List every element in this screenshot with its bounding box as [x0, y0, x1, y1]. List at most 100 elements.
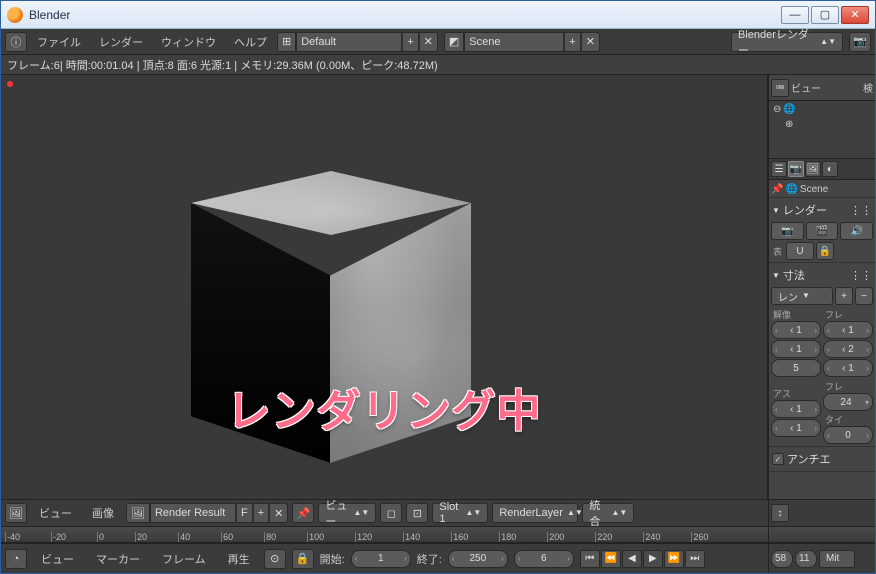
- render-audio-button[interactable]: 🔊: [840, 222, 873, 240]
- tab-render-icon[interactable]: 📷: [788, 161, 804, 177]
- preset-dropdown[interactable]: レン▼: [771, 287, 833, 305]
- renderpass-dropdown[interactable]: 統合▲▼: [582, 503, 634, 523]
- frame-step-field[interactable]: ‹‹ 1›: [823, 359, 873, 377]
- info-editor-icon[interactable]: ⓘ: [5, 32, 27, 52]
- render-engine-dropdown[interactable]: Blenderレンダー ▲▼: [731, 32, 843, 52]
- dimensions-header[interactable]: ▼寸法⋮⋮: [771, 265, 873, 285]
- minimize-button[interactable]: —: [781, 6, 809, 24]
- right-column: ≔ ビュー 検 ⊖ 🌐 ⊕ ☰ 📷 🖼 ◐: [768, 75, 875, 499]
- render-animation-button[interactable]: 🎬: [806, 222, 839, 240]
- layout-field[interactable]: Default: [296, 32, 402, 52]
- tab-layers-icon[interactable]: 🖼: [805, 161, 821, 177]
- render-image-button[interactable]: 📷: [771, 222, 804, 240]
- outliner-expand-row[interactable]: ⊕: [771, 118, 873, 131]
- scene-name[interactable]: Scene: [800, 184, 828, 195]
- jump-end-icon[interactable]: ⏭: [685, 550, 705, 568]
- frame-end-field[interactable]: ‹‹ 2›: [823, 340, 873, 358]
- scope-icon[interactable]: ⊡: [406, 503, 428, 523]
- render-stats-text: フレーム:6| 時間:00:01.04 | 頂点:8 面:6 光源:1 | メモ…: [7, 57, 438, 73]
- keyframe-prev-icon[interactable]: ⏪: [601, 550, 621, 568]
- resolution-x-field[interactable]: ‹‹ 1›: [771, 321, 821, 339]
- main-row: レンダリング中 ≔ ビュー 検 ⊖ 🌐 ⊕ ☰ 📷: [1, 75, 875, 499]
- maximize-button[interactable]: ▢: [811, 6, 839, 24]
- tile-field[interactable]: ‹0›: [823, 426, 873, 444]
- scene-delete-button[interactable]: ✕: [581, 32, 600, 52]
- end-frame-field[interactable]: ‹250›: [448, 550, 508, 568]
- tab-scene-icon[interactable]: ◐: [822, 161, 838, 177]
- layout-delete-button[interactable]: ✕: [419, 32, 438, 52]
- image-editor-image-menu[interactable]: 画像: [84, 503, 122, 523]
- sync-field-2[interactable]: 11: [795, 550, 817, 568]
- renderlayer-dropdown[interactable]: RenderLayer▲▼: [492, 503, 578, 523]
- extra-icon-1[interactable]: ↕: [771, 504, 789, 522]
- fake-user-button[interactable]: F: [236, 503, 253, 523]
- image-mode-dropdown[interactable]: ビュー▲▼: [318, 503, 376, 523]
- antialias-checkbox[interactable]: [772, 453, 784, 465]
- fps-field[interactable]: 24▾: [823, 393, 873, 411]
- ruler-tick: -20: [51, 532, 67, 542]
- outliner-tree[interactable]: ⊖ 🌐 ⊕: [769, 101, 875, 159]
- render-viewport[interactable]: レンダリング中: [1, 75, 768, 499]
- image-browse-icon[interactable]: 🖼: [126, 503, 150, 523]
- outliner-search[interactable]: 検: [863, 80, 873, 95]
- resolution-pct-field[interactable]: 5: [771, 359, 821, 377]
- render-section-header[interactable]: ▼レンダー⋮⋮: [771, 200, 873, 220]
- ruler-tick: 60: [221, 532, 234, 542]
- antialias-section: アンチエ: [769, 447, 875, 472]
- layout-add-button[interactable]: +: [402, 32, 418, 52]
- timeline-ruler[interactable]: -40-200204060801001201401601802002202402…: [1, 527, 768, 543]
- mask-icon[interactable]: ◻: [380, 503, 402, 523]
- timeline-editor-icon[interactable]: ◔: [5, 549, 27, 569]
- aspect-y-field[interactable]: ‹‹ 1›: [771, 419, 821, 437]
- play-forward-icon[interactable]: ▶: [643, 550, 663, 568]
- lock-ui-icon[interactable]: 🔒: [816, 242, 834, 260]
- play-reverse-icon[interactable]: ◀: [622, 550, 642, 568]
- layout-grid-icon[interactable]: ⊞: [277, 32, 296, 52]
- sync-field-1[interactable]: 58: [771, 550, 793, 568]
- jump-start-icon[interactable]: ⏮: [580, 550, 600, 568]
- menu-file[interactable]: ファイル: [29, 32, 89, 52]
- sync-mode-dropdown[interactable]: Mit: [819, 550, 855, 568]
- properties-editor-icon[interactable]: ☰: [771, 161, 787, 177]
- image-name-field[interactable]: Render Result: [150, 503, 236, 523]
- timeline-frame-menu[interactable]: フレーム: [154, 549, 214, 569]
- lock-range-icon[interactable]: 🔒: [292, 549, 314, 569]
- image-add-button[interactable]: +: [253, 503, 269, 523]
- outliner-editor-icon[interactable]: ≔: [771, 79, 789, 97]
- resolution-y-field[interactable]: ‹‹ 1›: [771, 340, 821, 358]
- preset-add-button[interactable]: +: [835, 287, 853, 305]
- display-mode-dropdown[interactable]: U: [786, 242, 814, 260]
- start-frame-field[interactable]: ‹1›: [351, 550, 411, 568]
- scene-breadcrumb: 📌 🌐 Scene: [769, 180, 875, 198]
- menu-window[interactable]: ウィンドウ: [153, 32, 224, 52]
- timeline-view-menu[interactable]: ビュー: [33, 549, 82, 569]
- scene-field[interactable]: Scene: [464, 32, 564, 52]
- playback-controls: ⏮ ⏪ ◀ ▶ ⏩ ⏭: [580, 550, 705, 568]
- timeline-marker-menu[interactable]: マーカー: [88, 549, 148, 569]
- ruler-tick: 220: [595, 532, 613, 542]
- keyframe-next-icon[interactable]: ⏩: [664, 550, 684, 568]
- menu-help[interactable]: ヘルプ: [226, 32, 275, 52]
- image-editor-view-menu[interactable]: ビュー: [31, 503, 80, 523]
- pin-icon[interactable]: 📌: [771, 184, 783, 195]
- antialias-header[interactable]: アンチエ: [771, 449, 873, 469]
- menu-render[interactable]: レンダー: [91, 32, 151, 52]
- timeline-play-menu[interactable]: 再生: [220, 549, 258, 569]
- image-unlink-button[interactable]: ✕: [269, 503, 288, 523]
- close-button[interactable]: ✕: [841, 6, 869, 24]
- right-column-footer: ↕ 58 11 Mit: [768, 499, 875, 573]
- image-editor-type-icon[interactable]: 🖼: [5, 503, 27, 523]
- outliner-view-menu[interactable]: ビュー: [791, 80, 821, 95]
- aspect-x-field[interactable]: ‹‹ 1›: [771, 400, 821, 418]
- ruler-tick: 40: [178, 532, 191, 542]
- range-icon[interactable]: ⊙: [264, 549, 286, 569]
- scene-add-button[interactable]: +: [564, 32, 580, 52]
- preset-remove-button[interactable]: −: [855, 287, 873, 305]
- outliner-scene-row[interactable]: ⊖ 🌐: [771, 103, 873, 116]
- current-frame-field[interactable]: ‹6›: [514, 550, 574, 568]
- frame-start-field[interactable]: ‹‹ 1›: [823, 321, 873, 339]
- scene-browse-icon[interactable]: ◩: [444, 32, 464, 52]
- pin-image-icon[interactable]: 📌: [292, 503, 314, 523]
- slot-dropdown[interactable]: Slot 1▲▼: [432, 503, 488, 523]
- camera-icon[interactable]: 📷: [849, 32, 871, 52]
